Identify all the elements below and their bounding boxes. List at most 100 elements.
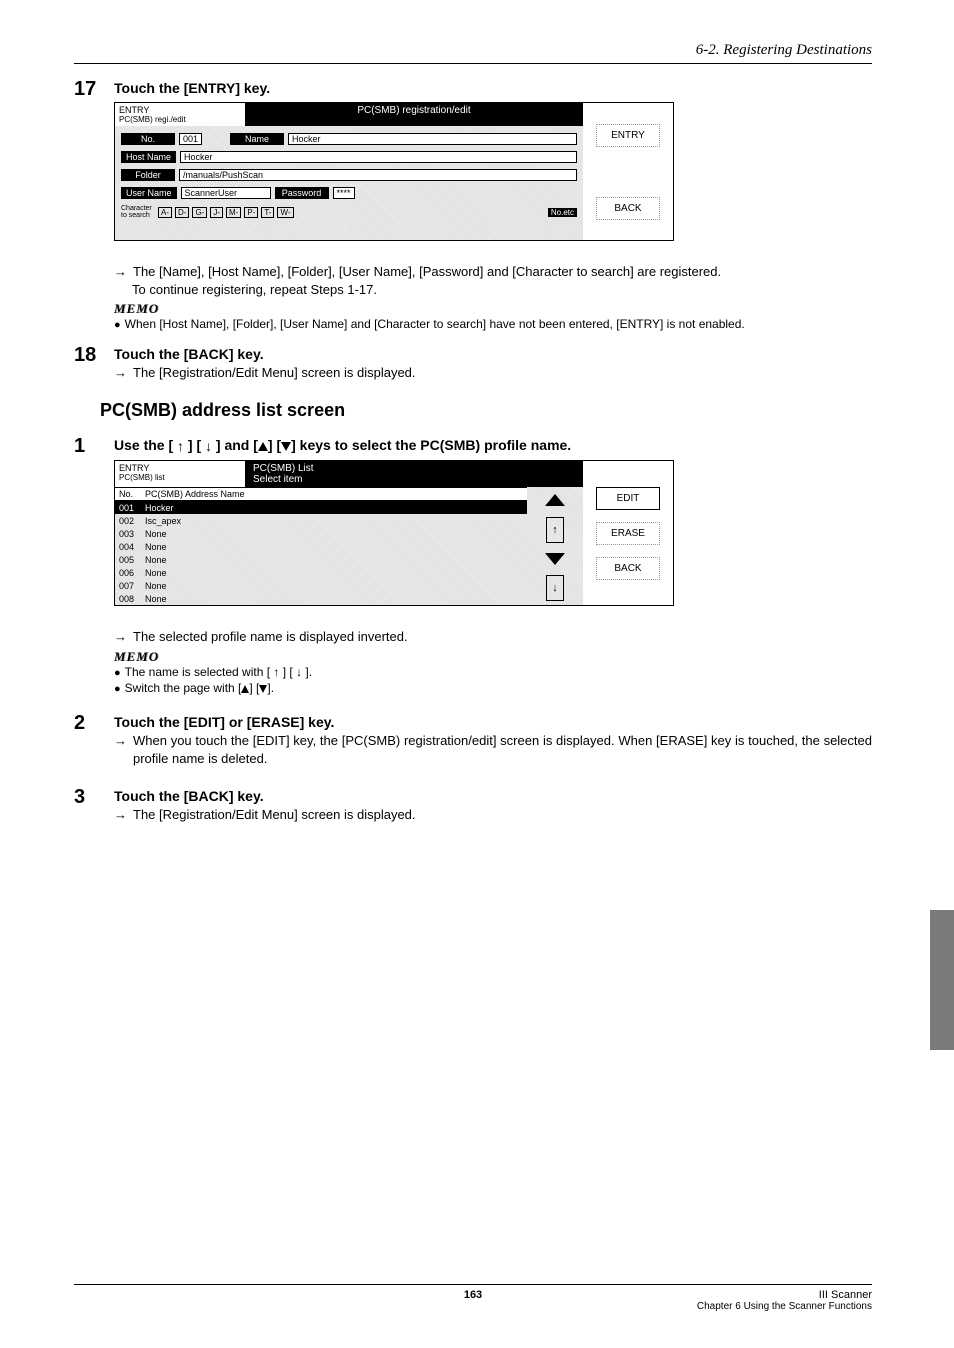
no-label: No. (121, 133, 175, 145)
step18-number: 18 (74, 344, 102, 382)
t: ] [ (279, 665, 296, 679)
name-label: Name (230, 133, 284, 145)
host-value: Hocker (180, 151, 577, 163)
step17-result: The [Name], [Host Name], [Folder], [User… (133, 263, 872, 281)
t: ]. (267, 681, 274, 695)
row-num: 001 (119, 503, 145, 513)
row-name: None (145, 529, 167, 539)
char-tab[interactable]: M- (226, 207, 241, 218)
row-name: None (145, 568, 167, 578)
list-item[interactable]: 003None (115, 527, 527, 540)
t: ] [ (249, 681, 259, 695)
sub3-result: The [Registration/Edit Menu] screen is d… (133, 806, 872, 824)
page-number: 163 (464, 1289, 482, 1301)
char-noetc[interactable]: No.etc (548, 208, 577, 217)
row-name: Isc_apex (145, 516, 181, 526)
section-title: PC(SMB) address list screen (100, 400, 872, 421)
step18-result: The [Registration/Edit Menu] screen is d… (133, 364, 872, 382)
scroll-down-button[interactable]: ↓ (546, 575, 564, 601)
folder-label: Folder (121, 169, 175, 181)
char-lead: Character to search (121, 205, 155, 219)
bullet-icon: ● (114, 665, 121, 682)
list-item[interactable]: 008None (115, 592, 527, 605)
sub1-title: Use the [ ↑ ] [ ↓ ] and [] [] keys to se… (114, 437, 872, 454)
t: Switch the page with [ (125, 681, 242, 695)
sub1-memo1: The name is selected with [ ↑ ] [ ↓ ]. (125, 665, 312, 682)
sub1-memo2: Switch the page with [ ] []. (125, 681, 274, 698)
list-item[interactable]: 007None (115, 579, 527, 592)
char-tab[interactable]: G- (192, 207, 207, 218)
down-arrow-icon: ↓ (205, 438, 212, 454)
t: Use the [ (114, 437, 177, 453)
row-name: None (145, 581, 167, 591)
entry-button[interactable]: ENTRY (596, 124, 660, 147)
sub2-title: Touch the [EDIT] or [ERASE] key. (114, 714, 872, 730)
user-label: User Name (121, 187, 177, 199)
breadcrumb: 6-2. Registering Destinations (74, 42, 872, 59)
solid-up-icon (258, 442, 268, 451)
row-num: 004 (119, 542, 145, 552)
char-search-row: Character to search A- D- G- J- M- P- T-… (115, 202, 583, 222)
page-up-icon[interactable] (542, 491, 568, 509)
arrow-icon: → (114, 732, 127, 768)
row-name: None (145, 542, 167, 552)
char-tab[interactable]: A- (158, 207, 172, 218)
char-tab[interactable]: W- (277, 207, 293, 218)
user-value: ScannerUser (181, 187, 271, 199)
row-num: 006 (119, 568, 145, 578)
registration-edit-panel: ENTRY PC(SMB) regi./edit PC(SMB) registr… (114, 102, 674, 241)
char-tab[interactable]: T- (261, 207, 274, 218)
list-item[interactable]: 001Hocker (115, 501, 527, 514)
panel1-header-right: PC(SMB) registration/edit (245, 103, 583, 126)
row-num: 002 (119, 516, 145, 526)
list-item[interactable]: 004None (115, 540, 527, 553)
host-label: Host Name (121, 151, 176, 163)
list-item[interactable]: 005None (115, 553, 527, 566)
panel2-hdr-line1: PC(SMB) List (253, 463, 314, 474)
row-num: 005 (119, 555, 145, 565)
pass-label: Password (275, 187, 329, 199)
step17-title: Touch the [ENTRY] key. (114, 80, 872, 96)
back-button[interactable]: BACK (596, 197, 660, 220)
t: The name is selected with [ (125, 665, 274, 679)
edit-button[interactable]: EDIT (596, 487, 660, 510)
row-name: None (145, 594, 167, 604)
row-num: 003 (119, 529, 145, 539)
pass-value: **** (333, 187, 355, 199)
panel1-footer (115, 226, 583, 240)
sub2-result: When you touch the [EDIT] key, the [PC(S… (133, 732, 872, 768)
name-value: Hocker (288, 133, 577, 145)
t: ] keys to select the PC(SMB) profile nam… (291, 437, 571, 453)
arrow-icon: → (114, 263, 127, 281)
panel1-hdr-sub: PC(SMB) regi./edit (119, 115, 241, 124)
address-list-panel: ENTRY PC(SMB) list PC(SMB) List Select i… (114, 460, 674, 606)
panel2-body: No. PC(SMB) Address Name 001Hocker 002Is… (115, 487, 583, 605)
step17-continue: To continue registering, repeat Steps 1-… (132, 281, 872, 299)
bullet-icon: ● (114, 317, 121, 334)
arrow-icon: → (114, 364, 127, 382)
char-tab[interactable]: P- (244, 207, 258, 218)
folder-value: /manuals/PushScan (179, 169, 577, 181)
list-item[interactable]: 002Isc_apex (115, 514, 527, 527)
panel1-header-left: ENTRY PC(SMB) regi./edit (115, 103, 245, 126)
step18-title: Touch the [BACK] key. (114, 346, 872, 362)
sub3-title: Touch the [BACK] key. (114, 788, 872, 804)
footer-right2: Chapter 6 Using the Scanner Functions (697, 1301, 872, 1312)
char-tab[interactable]: J- (210, 207, 223, 218)
footer-right1: III Scanner (819, 1289, 872, 1301)
col-no: No. (119, 489, 145, 499)
step17-number: 17 (74, 78, 102, 249)
panel2-hdr-line2: Select item (253, 474, 302, 485)
t: ]. (302, 665, 312, 679)
back-button[interactable]: BACK (596, 557, 660, 580)
sub1-result: The selected profile name is displayed i… (133, 628, 872, 646)
sub3-number: 3 (74, 786, 102, 824)
t: ] and [ (212, 437, 258, 453)
row-name: Hocker (145, 503, 174, 513)
list-item[interactable]: 006None (115, 566, 527, 579)
char-tab[interactable]: D- (175, 207, 189, 218)
page-down-icon[interactable] (542, 550, 568, 568)
scroll-up-button[interactable]: ↑ (546, 517, 564, 543)
erase-button[interactable]: ERASE (596, 522, 660, 545)
row-num: 008 (119, 594, 145, 604)
